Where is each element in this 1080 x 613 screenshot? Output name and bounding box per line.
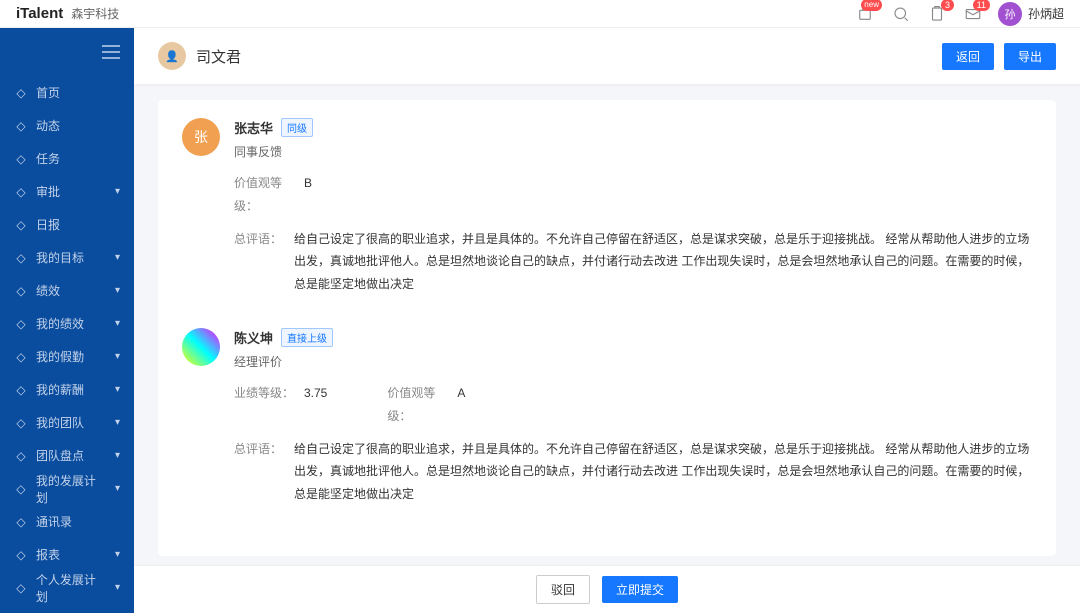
chevron-down-icon: ▾ xyxy=(115,186,120,197)
sidebar-item-5[interactable]: ◇ 我的目标 ▾ xyxy=(0,241,134,274)
reject-button[interactable]: 驳回 xyxy=(536,575,590,604)
chevron-down-icon: ▾ xyxy=(115,318,120,329)
sidebar-icon: ◇ xyxy=(14,482,28,496)
chevron-down-icon: ▾ xyxy=(115,582,120,593)
review-pair-label: 业绩等级： xyxy=(234,382,304,428)
review-pair-value: 3.75 xyxy=(304,382,327,428)
sidebar-item-12[interactable]: ◇ 我的发展计划 ▾ xyxy=(0,472,134,505)
sidebar-icon: ◇ xyxy=(14,449,28,463)
review-pair-label: 价值观等级： xyxy=(234,172,304,218)
sidebar-item-2[interactable]: ◇ 任务 xyxy=(0,142,134,175)
review-comment: 给自己设定了很高的职业追求，并且是具体的。不允许自己停留在舒适区，总是谋求突破，… xyxy=(294,438,1032,506)
reviewer-avatar: 张 xyxy=(182,118,220,156)
sidebar-item-label: 我的绩效 xyxy=(36,315,84,332)
reviewer-relation-tag: 同级 xyxy=(281,118,313,137)
notif-badge-1: 3 xyxy=(941,0,954,11)
review-block: 张张志华同级同事反馈价值观等级：B总评语：给自己设定了很高的职业追求，并且是具体… xyxy=(182,118,1032,306)
sidebar-icon: ◇ xyxy=(14,548,28,562)
sidebar-icon: ◇ xyxy=(14,218,28,232)
review-role: 同事反馈 xyxy=(234,143,1032,160)
new-badge: new xyxy=(861,0,882,11)
sidebar-item-10[interactable]: ◇ 我的团队 ▾ xyxy=(0,406,134,439)
sidebar-toggle[interactable] xyxy=(0,28,134,76)
submit-button[interactable]: 立即提交 xyxy=(602,576,678,603)
sidebar-item-label: 首页 xyxy=(36,84,60,101)
reviewer-avatar xyxy=(182,328,220,366)
back-button[interactable]: 返回 xyxy=(942,43,994,70)
sidebar-item-15[interactable]: ◇ 个人发展计划 ▾ xyxy=(0,571,134,604)
sidebar-item-6[interactable]: ◇ 绩效 ▾ xyxy=(0,274,134,307)
review-comment-label: 总评语： xyxy=(234,438,294,506)
sidebar-item-label: 个人发展计划 xyxy=(36,571,107,605)
review-pair-label: 价值观等级： xyxy=(387,382,457,428)
sidebar-item-7[interactable]: ◇ 我的绩效 ▾ xyxy=(0,307,134,340)
sidebar-icon: ◇ xyxy=(14,284,28,298)
chevron-down-icon: ▾ xyxy=(115,483,120,494)
mail-icon[interactable]: 11 xyxy=(962,3,984,25)
sidebar-item-9[interactable]: ◇ 我的薪酬 ▾ xyxy=(0,373,134,406)
chevron-down-icon: ▾ xyxy=(115,351,120,362)
sidebar-icon: ◇ xyxy=(14,383,28,397)
clipboard-icon[interactable]: 3 xyxy=(926,3,948,25)
sidebar-icon: ◇ xyxy=(14,581,28,595)
logo: iTalent xyxy=(16,5,63,22)
sidebar-item-label: 我的团队 xyxy=(36,414,84,431)
page-title: 司文君 xyxy=(196,46,241,67)
export-button[interactable]: 导出 xyxy=(1004,43,1056,70)
user-menu[interactable]: 孙 孙炳超 xyxy=(998,2,1064,26)
chevron-down-icon: ▾ xyxy=(115,252,120,263)
sidebar-item-label: 我的假勤 xyxy=(36,348,84,365)
sidebar-icon: ◇ xyxy=(14,185,28,199)
chevron-down-icon: ▾ xyxy=(115,417,120,428)
sidebar-item-label: 任务 xyxy=(36,150,60,167)
review-pair-value: A xyxy=(457,382,465,428)
sidebar-item-label: 日报 xyxy=(36,216,60,233)
review-role: 经理评价 xyxy=(234,353,1032,370)
sidebar-item-4[interactable]: ◇ 日报 xyxy=(0,208,134,241)
chevron-down-icon: ▾ xyxy=(115,384,120,395)
sidebar-item-label: 我的发展计划 xyxy=(36,472,107,506)
reviewer-name: 陈义坤 xyxy=(234,328,273,347)
review-block: 陈义坤直接上级经理评价业绩等级：3.75 价值观等级：A 总评语：给自己设定了很高的… xyxy=(182,328,1032,516)
sidebar-icon: ◇ xyxy=(14,317,28,331)
cart-icon[interactable]: new xyxy=(854,3,876,25)
sidebar-icon: ◇ xyxy=(14,416,28,430)
chevron-down-icon: ▾ xyxy=(115,285,120,296)
sidebar-item-label: 团队盘点 xyxy=(36,447,84,464)
sidebar-item-label: 动态 xyxy=(36,117,60,134)
sidebar-item-8[interactable]: ◇ 我的假勤 ▾ xyxy=(0,340,134,373)
chevron-down-icon: ▾ xyxy=(115,450,120,461)
sidebar-icon: ◇ xyxy=(14,119,28,133)
subject-avatar: 👤 xyxy=(158,42,186,70)
search-icon[interactable] xyxy=(890,3,912,25)
sidebar-item-label: 报表 xyxy=(36,546,60,563)
username: 孙炳超 xyxy=(1028,5,1064,22)
review-pair-value: B xyxy=(304,172,312,218)
sidebar-icon: ◇ xyxy=(14,515,28,529)
sidebar-item-label: 通讯录 xyxy=(36,513,72,530)
avatar: 孙 xyxy=(998,2,1022,26)
sidebar-item-13[interactable]: ◇ 通讯录 xyxy=(0,505,134,538)
sidebar-item-label: 我的薪酬 xyxy=(36,381,84,398)
sidebar-item-label: 绩效 xyxy=(36,282,60,299)
sidebar-icon: ◇ xyxy=(14,350,28,364)
sidebar-item-14[interactable]: ◇ 报表 ▾ xyxy=(0,538,134,571)
reviewer-name: 张志华 xyxy=(234,118,273,137)
notif-badge-2: 11 xyxy=(973,0,990,11)
sidebar-item-3[interactable]: ◇ 审批 ▾ xyxy=(0,175,134,208)
company-name: 森宇科技 xyxy=(71,5,119,22)
sidebar-icon: ◇ xyxy=(14,251,28,265)
review-comment: 给自己设定了很高的职业追求，并且是具体的。不允许自己停留在舒适区，总是谋求突破，… xyxy=(294,228,1032,296)
review-comment-label: 总评语： xyxy=(234,228,294,296)
sidebar-icon: ◇ xyxy=(14,86,28,100)
reviewer-relation-tag: 直接上级 xyxy=(281,328,333,347)
sidebar-item-1[interactable]: ◇ 动态 xyxy=(0,109,134,142)
sidebar-item-label: 审批 xyxy=(36,183,60,200)
chevron-down-icon: ▾ xyxy=(115,549,120,560)
sidebar-item-11[interactable]: ◇ 团队盘点 ▾ xyxy=(0,439,134,472)
sidebar-item-label: 我的目标 xyxy=(36,249,84,266)
sidebar-icon: ◇ xyxy=(14,152,28,166)
sidebar-item-0[interactable]: ◇ 首页 xyxy=(0,76,134,109)
